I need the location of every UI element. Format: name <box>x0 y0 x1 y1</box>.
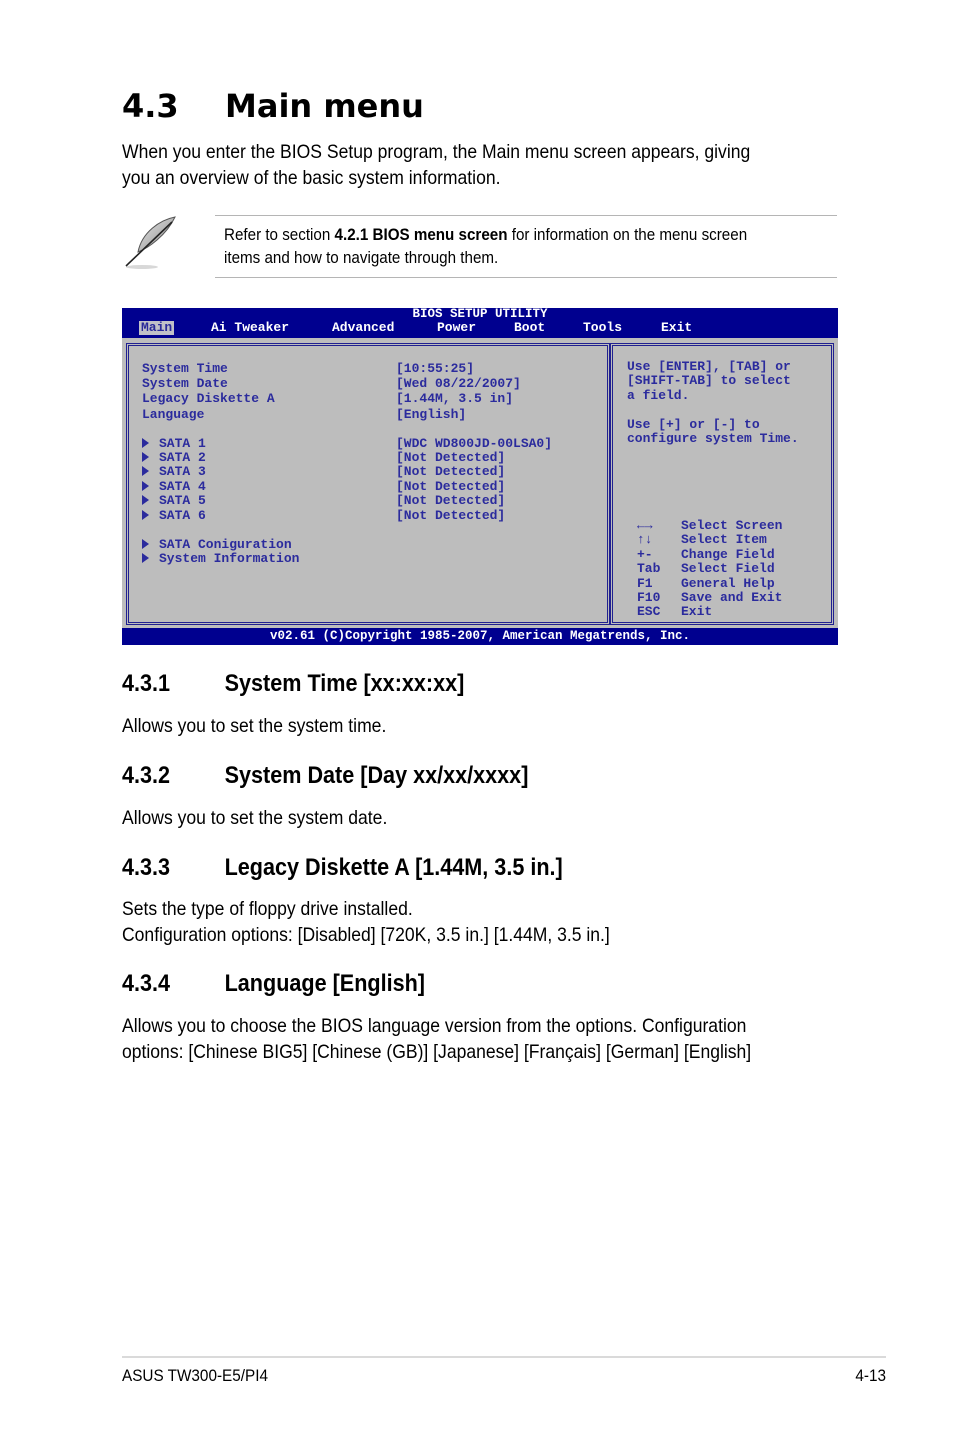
setting-value[interactable]: [1.44M, 3.5 in] <box>396 391 513 407</box>
section-title: Main menu <box>225 87 424 125</box>
subsection-heading-4-3-2: 4.3.2 System Date [Day xx/xx/xxxx] <box>122 761 528 791</box>
submenu-sata-6[interactable]: SATA 6 <box>142 508 206 524</box>
up-down-arrows-icon: ↑↓ <box>637 532 653 547</box>
key-action: Select Field <box>681 561 775 576</box>
triangle-right-icon <box>142 466 149 476</box>
sata-value: [Not Detected] <box>396 464 506 479</box>
subsection-title: Language [English] <box>224 970 426 997</box>
section-heading: 4.3 Main menu <box>122 86 424 126</box>
setting-system-date[interactable]: System Date <box>142 376 228 392</box>
submenu-label: SATA 6 <box>159 508 206 523</box>
intro-line-1: When you enter the BIOS Setup program, t… <box>122 141 751 163</box>
tab-advanced[interactable]: Advanced <box>330 321 396 335</box>
subsection-number: 4.3.3 <box>122 854 171 881</box>
subsection-text: Allows you to set the system date. <box>122 807 388 829</box>
sata-value: [Not Detected] <box>396 508 506 523</box>
subsection-number: 4.3.2 <box>122 762 171 789</box>
submenu-label: SATA 5 <box>159 493 206 508</box>
setting-language[interactable]: Language <box>142 407 205 423</box>
subsection-text: Allows you to set the system time. <box>122 715 387 737</box>
triangle-right-icon <box>142 539 149 549</box>
setting-value[interactable]: [10:55:25] <box>396 361 474 377</box>
key-label: Tab <box>637 561 661 576</box>
key-action: Select Item <box>681 532 767 547</box>
sata-value: [Not Detected] <box>396 493 506 508</box>
footer-rule <box>122 1356 886 1358</box>
setting-value[interactable]: [Wed 08/22/2007] <box>396 376 521 392</box>
section-number: 4.3 <box>122 87 179 125</box>
key-action: Exit <box>681 604 713 619</box>
intro-line-2: you an overview of the basic system info… <box>122 167 501 189</box>
subsection-title: Legacy Diskette A [1.44M, 3.5 in.] <box>224 854 563 881</box>
submenu-label: SATA 3 <box>159 464 206 479</box>
bios-menubar: Main Ai Tweaker Advanced Power Boot Tool… <box>122 320 838 336</box>
subsection-title: System Time [xx:xx:xx] <box>224 670 465 697</box>
tab-ai-tweaker[interactable]: Ai Tweaker <box>209 321 291 335</box>
subsection-number: 4.3.4 <box>122 970 171 997</box>
setting-system-time[interactable]: System Time <box>142 361 228 377</box>
note-suffix: for information on the menu screen <box>507 226 748 244</box>
help-panel: Use [ENTER], [TAB] or [SHIFT-TAB] to sel… <box>610 343 834 625</box>
subsection-number: 4.3.1 <box>122 670 171 697</box>
subsection-text: Sets the type of floppy drive installed. <box>122 898 413 920</box>
triangle-right-icon <box>142 452 149 462</box>
feather-pen-icon <box>125 216 176 269</box>
note-prefix: Refer to section <box>224 226 335 244</box>
bios-screen: BIOS SETUP UTILITY Main Ai Tweaker Advan… <box>122 308 838 645</box>
subsection-heading-4-3-3: 4.3.3 Legacy Diskette A [1.44M, 3.5 in.] <box>122 853 563 883</box>
tab-main[interactable]: Main <box>139 321 175 335</box>
note-top-rule <box>215 215 837 216</box>
note-line-2: items and how to navigate through them. <box>224 249 499 267</box>
note-text: Refer to section 4.2.1 BIOS menu screen … <box>224 224 747 270</box>
tab-boot[interactable]: Boot <box>512 321 547 335</box>
tab-exit[interactable]: Exit <box>659 321 694 335</box>
bios-title: BIOS SETUP UTILITY <box>412 307 548 321</box>
subsection-heading-4-3-1: 4.3.1 System Time [xx:xx:xx] <box>122 669 464 699</box>
footer-product: ASUS TW300-E5/PI4 <box>122 1366 268 1385</box>
setting-label: System Time <box>142 361 228 376</box>
submenu-sata-5[interactable]: SATA 5 <box>142 493 206 509</box>
submenu-label: SATA 1 <box>159 436 206 451</box>
submenu-label: SATA 2 <box>159 450 206 465</box>
submenu-label: SATA 4 <box>159 479 206 494</box>
bios-copyright: v02.61 (C)Copyright 1985-2007, American … <box>269 629 691 643</box>
subsection-text: Allows you to choose the BIOS language v… <box>122 1015 747 1037</box>
settings-panel: System Time [10:55:25] System Date [Wed … <box>126 343 610 625</box>
triangle-right-icon <box>142 495 149 505</box>
setting-label: Legacy Diskette A <box>142 391 275 406</box>
triangle-right-icon <box>142 481 149 491</box>
note-reference[interactable]: 4.2.1 BIOS menu screen <box>335 226 508 244</box>
tab-power[interactable]: Power <box>435 321 478 335</box>
subsection-heading-4-3-4: 4.3.4 Language [English] <box>122 969 425 999</box>
triangle-right-icon <box>142 553 149 563</box>
subsection-title: System Date [Day xx/xx/xxxx] <box>224 762 529 789</box>
key-label: ESC <box>637 604 661 619</box>
submenu-label: SATA Coniguration <box>159 537 292 552</box>
submenu-label: System Information <box>159 551 300 566</box>
submenu-system-information[interactable]: System Information <box>142 551 300 567</box>
note-bottom-rule <box>215 277 837 278</box>
triangle-right-icon <box>142 438 149 448</box>
submenu-sata-3[interactable]: SATA 3 <box>142 464 206 480</box>
setting-label: System Date <box>142 376 228 391</box>
triangle-right-icon <box>142 510 149 520</box>
help-line: a field. <box>627 388 690 403</box>
footer-page-number: 4-13 <box>855 1366 886 1385</box>
subsection-text: Configuration options: [Disabled] [720K,… <box>122 924 610 946</box>
setting-value[interactable]: [English] <box>396 407 466 423</box>
setting-legacy-diskette[interactable]: Legacy Diskette A <box>142 391 275 407</box>
bios-body: System Time [10:55:25] System Date [Wed … <box>122 338 838 628</box>
tab-tools[interactable]: Tools <box>581 321 624 335</box>
subsection-text: options: [Chinese BIG5] [Chinese (GB)] [… <box>122 1041 752 1063</box>
setting-label: Language <box>142 407 205 422</box>
help-line: configure system Time. <box>627 431 799 446</box>
help-line: [SHIFT-TAB] to select <box>627 373 791 388</box>
